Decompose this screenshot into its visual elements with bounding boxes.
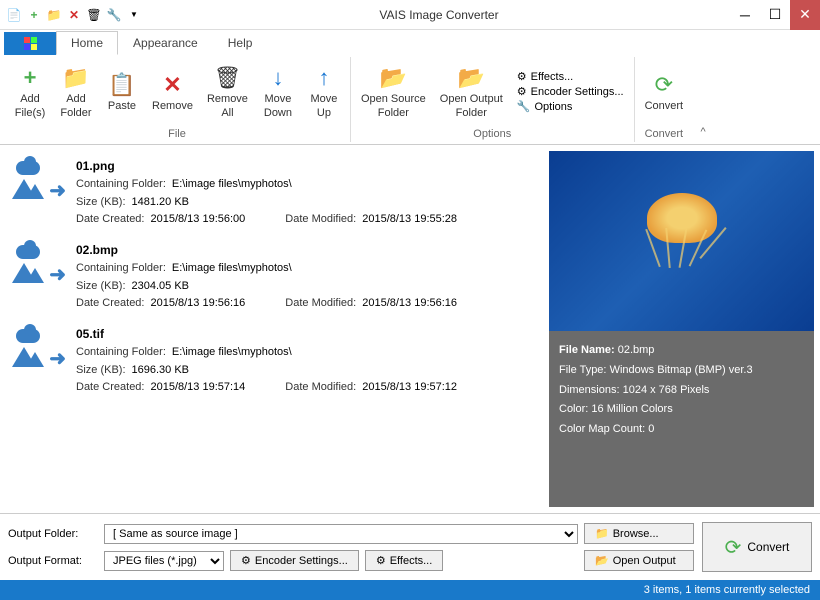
close-button[interactable]: ✕ xyxy=(790,0,820,30)
convert-button-main[interactable]: ⟳Convert xyxy=(702,522,812,572)
window-controls: ─ ☐ ✕ xyxy=(730,0,820,30)
file-name: 02.bmp xyxy=(76,241,539,260)
ribbon-tabs: Home Appearance Help xyxy=(0,30,820,55)
list-item[interactable]: ➜ 02.bmp Containing Folder:E:\image file… xyxy=(6,235,543,319)
status-bar: 3 items, 1 items currently selected xyxy=(0,580,820,600)
ribbon-collapse-button[interactable]: ^ xyxy=(693,57,713,142)
ribbon-group-label: Convert xyxy=(639,126,690,142)
remove-all-button[interactable]: 🗑RemoveAll xyxy=(201,57,254,126)
file-name: 01.png xyxy=(76,157,539,176)
app-tab[interactable] xyxy=(4,32,56,55)
qat-trash-icon[interactable]: 🗑 xyxy=(86,7,102,23)
image-file-icon: ➜ xyxy=(10,241,66,289)
ribbon-group-file: +AddFile(s) 📁AddFolder 📋Paste ✕Remove 🗑R… xyxy=(4,57,351,142)
folder-icon: 📂 xyxy=(595,554,609,567)
options-button[interactable]: 🔧Options xyxy=(517,100,624,113)
ribbon-group-options: 📂Open SourceFolder 📂Open OutputFolder ⚙E… xyxy=(351,57,635,142)
file-list[interactable]: ➜ 01.png Containing Folder:E:\image file… xyxy=(6,151,543,507)
gear-icon: ⚙ xyxy=(376,554,386,567)
file-details: 05.tif Containing Folder:E:\image files\… xyxy=(76,325,539,397)
encoder-settings-button-bottom[interactable]: ⚙Encoder Settings... xyxy=(230,550,359,571)
remove-button[interactable]: ✕Remove xyxy=(146,57,199,126)
qat-delete-icon[interactable]: ✕ xyxy=(66,7,82,23)
minimize-button[interactable]: ─ xyxy=(730,0,760,30)
status-text: 3 items, 1 items currently selected xyxy=(644,584,810,596)
paste-button[interactable]: 📋Paste xyxy=(100,57,144,126)
effects-button[interactable]: ⚙Effects... xyxy=(517,70,624,83)
file-details: 01.png Containing Folder:E:\image files\… xyxy=(76,157,539,229)
qat-new-icon[interactable]: 📄 xyxy=(6,7,22,23)
output-format-select[interactable]: JPEG files (*.jpg) xyxy=(104,551,224,571)
add-folder-button[interactable]: 📁AddFolder xyxy=(54,57,98,126)
output-folder-label: Output Folder: xyxy=(8,528,98,540)
output-folder-select[interactable]: [ Same as source image ] xyxy=(104,524,578,544)
gear-icon: ⚙ xyxy=(517,70,527,83)
ribbon: +AddFile(s) 📁AddFolder 📋Paste ✕Remove 🗑R… xyxy=(0,55,820,145)
qat-add-icon[interactable]: + xyxy=(26,7,42,23)
maximize-button[interactable]: ☐ xyxy=(760,0,790,30)
list-item[interactable]: ➜ 01.png Containing Folder:E:\image file… xyxy=(6,151,543,235)
ribbon-group-label: Options xyxy=(355,126,630,142)
convert-icon: ⟳ xyxy=(725,535,742,560)
preview-panel: File Name: 02.bmp File Type: Windows Bit… xyxy=(549,151,814,507)
move-down-button[interactable]: ↓MoveDown xyxy=(256,57,300,126)
ribbon-group-convert: ⟳Convert Convert xyxy=(635,57,694,142)
open-output-button[interactable]: 📂Open Output xyxy=(584,550,694,571)
main-area: ➜ 01.png Containing Folder:E:\image file… xyxy=(0,145,820,513)
list-item[interactable]: ➜ 05.tif Containing Folder:E:\image file… xyxy=(6,319,543,403)
wrench-icon: 🔧 xyxy=(517,100,531,113)
image-file-icon: ➜ xyxy=(10,157,66,205)
file-details: 02.bmp Containing Folder:E:\image files\… xyxy=(76,241,539,313)
file-name: 05.tif xyxy=(76,325,539,344)
preview-info: File Name: 02.bmp File Type: Windows Bit… xyxy=(549,331,814,507)
output-format-label: Output Format: xyxy=(8,555,98,567)
effects-button-bottom[interactable]: ⚙Effects... xyxy=(365,550,443,571)
tab-appearance[interactable]: Appearance xyxy=(118,31,213,55)
open-output-folder-button[interactable]: 📂Open OutputFolder xyxy=(434,57,509,126)
qat-folder-icon[interactable]: 📁 xyxy=(46,7,62,23)
qat-settings-icon[interactable]: 🔧 xyxy=(106,7,122,23)
titlebar: 📄 + 📁 ✕ 🗑 🔧 ▼ VAIS Image Converter ─ ☐ ✕ xyxy=(0,0,820,30)
ribbon-group-label: File xyxy=(8,126,346,142)
move-up-button[interactable]: ↑MoveUp xyxy=(302,57,346,126)
bottom-panel: Output Folder: [ Same as source image ] … xyxy=(0,513,820,580)
encoder-settings-button[interactable]: ⚙Encoder Settings... xyxy=(517,85,624,98)
folder-icon: 📁 xyxy=(595,527,609,540)
gear-icon: ⚙ xyxy=(241,554,251,567)
browse-button[interactable]: 📁Browse... xyxy=(584,523,694,544)
tab-home[interactable]: Home xyxy=(56,31,118,55)
convert-button[interactable]: ⟳Convert xyxy=(639,57,690,126)
qat-dropdown-icon[interactable]: ▼ xyxy=(126,7,142,23)
window-title: VAIS Image Converter xyxy=(148,8,730,22)
gear-icon: ⚙ xyxy=(517,85,527,98)
open-source-folder-button[interactable]: 📂Open SourceFolder xyxy=(355,57,432,126)
preview-image xyxy=(549,151,814,331)
add-files-button[interactable]: +AddFile(s) xyxy=(8,57,52,126)
tab-help[interactable]: Help xyxy=(213,31,268,55)
image-file-icon: ➜ xyxy=(10,325,66,373)
quick-access-toolbar: 📄 + 📁 ✕ 🗑 🔧 ▼ xyxy=(0,7,148,23)
